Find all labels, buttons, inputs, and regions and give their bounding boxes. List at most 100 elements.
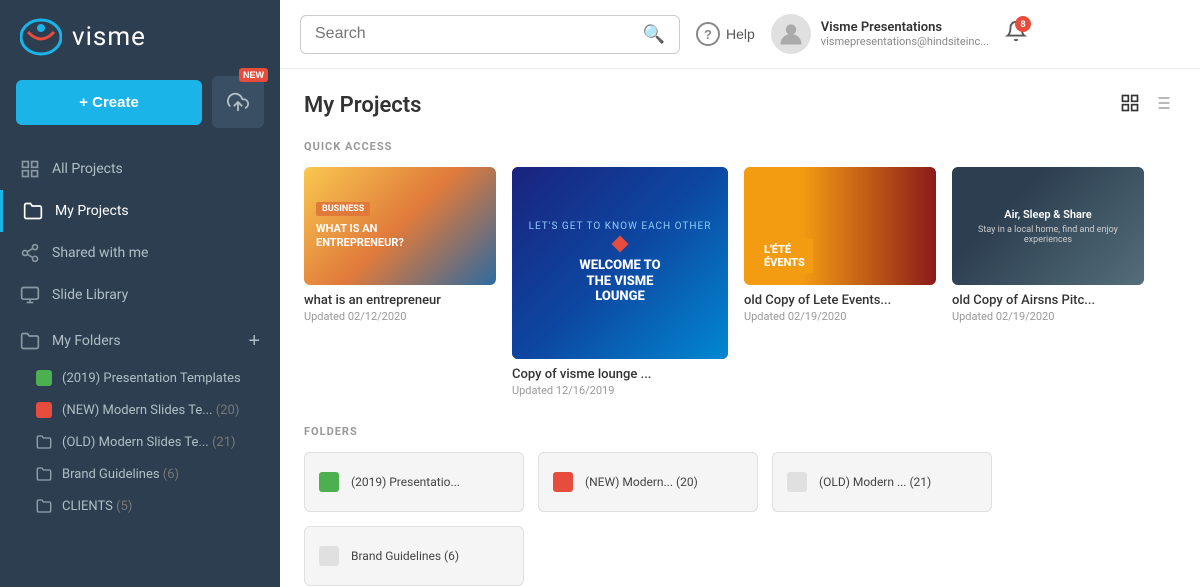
user-area[interactable]: Visme Presentations vismepresentations@h… (771, 14, 989, 54)
project-date-3: Updated 02/19/2020 (744, 310, 936, 323)
search-box[interactable]: 🔍 (300, 15, 680, 54)
view-toggles (1116, 89, 1176, 122)
my-folders-header[interactable]: My Folders + (0, 320, 280, 362)
page-title-row: My Projects (304, 89, 1176, 122)
grid-view-icon (1120, 93, 1140, 113)
sidebar-folder-new-modern[interactable]: (NEW) Modern Slides Te... (20) (0, 394, 280, 426)
logo-area: visme (0, 0, 280, 68)
thumb-subtitle-4: Stay in a local home, find and enjoy exp… (962, 225, 1134, 245)
notifications-button[interactable]: 8 (1005, 20, 1027, 48)
notification-badge: 8 (1015, 16, 1031, 32)
thumb-subtitle-2: LET'S GET TO KNOW EACH OTHER (529, 221, 712, 232)
page-title: My Projects (304, 93, 421, 118)
help-label: Help (726, 26, 755, 42)
nav-items: All Projects My Projects Shared with me … (0, 144, 280, 320)
folder-card-4[interactable]: Brand Guidelines (6) (304, 526, 524, 586)
user-info: Visme Presentations vismepresentations@h… (821, 20, 989, 48)
folder-card-icon-1 (319, 472, 339, 492)
add-folder-button[interactable]: + (248, 331, 260, 351)
search-icon: 🔍 (643, 24, 665, 45)
sidebar-label-all-projects: All Projects (52, 161, 123, 177)
project-thumbnail-3: L'ÉTÉÉVENTS (744, 167, 936, 285)
create-area: + Create NEW (0, 68, 280, 144)
thumb-lounge-text: WELCOME TOTHE VISMELOUNGE (579, 258, 660, 305)
project-name-3: old Copy of Lete Events... (744, 293, 936, 308)
sidebar-item-slide-library[interactable]: Slide Library (0, 274, 280, 316)
folder-icon (23, 201, 43, 221)
search-input[interactable] (315, 25, 643, 43)
thumb-title-4: Air, Sleep & Share (1004, 208, 1091, 221)
project-date-4: Updated 02/19/2020 (952, 310, 1144, 323)
quick-access-label: QUICK ACCESS (304, 140, 1176, 153)
sidebar-folder-old-modern[interactable]: (OLD) Modern Slides Te... (21) (0, 426, 280, 458)
folders-section-label: FOLDERS (304, 425, 1176, 438)
visme-logo-icon (20, 18, 62, 56)
sidebar-label-shared-with-me: Shared with me (52, 245, 148, 261)
user-avatar-icon (777, 20, 805, 48)
help-button[interactable]: ? Help (696, 22, 755, 46)
projects-grid: BUSINESS WHAT IS ANENTREPRENEUR? what is… (304, 167, 1176, 397)
folder-outline-brand (36, 466, 52, 482)
project-date-1: Updated 02/12/2020 (304, 310, 496, 323)
project-card-2[interactable]: LET'S GET TO KNOW EACH OTHER WELCOME TOT… (512, 167, 728, 397)
folder-card-label-3: (OLD) Modern ... (21) (819, 475, 931, 489)
project-thumbnail-4: Air, Sleep & Share Stay in a local home,… (952, 167, 1144, 285)
sidebar-item-my-projects[interactable]: My Projects (0, 190, 280, 232)
project-thumbnail-2: LET'S GET TO KNOW EACH OTHER WELCOME TOT… (512, 167, 728, 359)
new-badge: NEW (239, 68, 268, 82)
grid-view-button[interactable] (1116, 89, 1144, 122)
upload-button[interactable]: NEW (212, 76, 264, 128)
folder-card-3[interactable]: (OLD) Modern ... (21) (772, 452, 992, 512)
folder-card-icon-2 (553, 472, 573, 492)
thumb-tag-1: BUSINESS (316, 202, 370, 216)
folder-list: (2019) Presentation Templates (NEW) Mode… (0, 362, 280, 522)
avatar (771, 14, 811, 54)
help-circle-icon: ? (696, 22, 720, 46)
share-icon (20, 243, 40, 263)
folder-card-label-2: (NEW) Modern... (20) (585, 475, 698, 489)
my-folders-label: My Folders (52, 333, 236, 349)
folder-card-icon-3 (787, 472, 807, 492)
sidebar-folder-brand[interactable]: Brand Guidelines (6) (0, 458, 280, 490)
folder-color-new-modern (36, 402, 52, 418)
folder-label-clients: CLIENTS (5) (62, 499, 132, 514)
create-button[interactable]: + Create (16, 80, 202, 125)
thumb-label-3: L'ÉTÉÉVENTS (756, 239, 813, 273)
sidebar-item-all-projects[interactable]: All Projects (0, 148, 280, 190)
my-folders-icon (20, 331, 40, 351)
list-view-icon (1152, 93, 1172, 113)
folder-card-label-1: (2019) Presentatio... (351, 475, 460, 489)
folder-card-2[interactable]: (NEW) Modern... (20) (538, 452, 758, 512)
thumb-diamond-2 (612, 236, 629, 253)
folder-label-old-modern: (OLD) Modern Slides Te... (21) (62, 435, 236, 450)
project-name-1: what is an entrepreneur (304, 293, 496, 308)
folder-outline-old (36, 434, 52, 450)
folder-card-1[interactable]: (2019) Presentatio... (304, 452, 524, 512)
thumb-heading-1: WHAT IS ANENTREPRENEUR? (316, 222, 484, 251)
user-email: vismepresentations@hindsiteinc... (821, 35, 989, 48)
content-area: My Projects QUICK ACCESS (280, 69, 1200, 587)
sidebar-label-slide-library: Slide Library (52, 287, 128, 303)
project-card-1[interactable]: BUSINESS WHAT IS ANENTREPRENEUR? what is… (304, 167, 496, 397)
sidebar-item-shared-with-me[interactable]: Shared with me (0, 232, 280, 274)
main-content: 🔍 ? Help Visme Presentations vismepresen… (280, 0, 1200, 587)
logo-text: visme (72, 22, 146, 52)
folder-label-2019: (2019) Presentation Templates (62, 371, 241, 386)
folder-card-icon-4 (319, 546, 339, 566)
topbar: 🔍 ? Help Visme Presentations vismepresen… (280, 0, 1200, 69)
sidebar-folder-2019[interactable]: (2019) Presentation Templates (0, 362, 280, 394)
folders-grid: (2019) Presentatio... (NEW) Modern... (2… (304, 452, 1176, 586)
project-date-2: Updated 12/16/2019 (512, 384, 728, 397)
sidebar-folder-clients[interactable]: CLIENTS (5) (0, 490, 280, 522)
folder-card-label-4: Brand Guidelines (6) (351, 549, 459, 563)
project-name-4: old Copy of Airsns Pitc... (952, 293, 1144, 308)
folder-outline-clients (36, 498, 52, 514)
user-name: Visme Presentations (821, 20, 989, 35)
project-card-4[interactable]: Air, Sleep & Share Stay in a local home,… (952, 167, 1144, 397)
folder-color-2019 (36, 370, 52, 386)
list-view-button[interactable] (1148, 89, 1176, 122)
project-thumbnail-1: BUSINESS WHAT IS ANENTREPRENEUR? (304, 167, 496, 285)
project-name-2: Copy of visme lounge ... (512, 367, 728, 382)
project-card-3[interactable]: L'ÉTÉÉVENTS old Copy of Lete Events... U… (744, 167, 936, 397)
grid-icon (20, 159, 40, 179)
